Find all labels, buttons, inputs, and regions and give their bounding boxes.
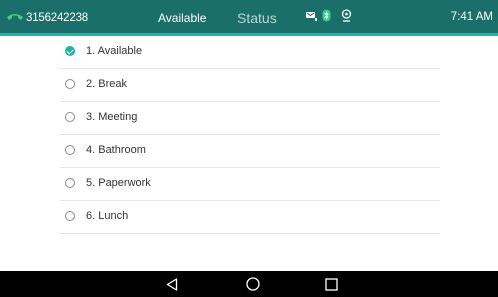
status-option-meeting[interactable]: 3. Meeting xyxy=(60,102,440,135)
status-bar: 3156242238 Available Status 7:41 AM xyxy=(0,0,498,36)
back-triangle-icon xyxy=(166,277,178,291)
back-button[interactable] xyxy=(152,271,192,297)
bluetooth-icon xyxy=(322,9,331,22)
radio-unchecked-icon[interactable] xyxy=(65,211,75,221)
status-option-label: 2. Break xyxy=(86,78,127,90)
status-option-label: 3. Meeting xyxy=(86,111,138,123)
status-option-label: 4. Bathroom xyxy=(86,144,146,156)
status-option-label: 1. Available xyxy=(86,45,143,57)
status-option-label: 5. Paperwork xyxy=(86,177,151,189)
radio-checked-icon[interactable] xyxy=(65,46,75,56)
radio-unchecked-icon[interactable] xyxy=(65,145,75,155)
navigation-bar xyxy=(0,271,498,297)
status-option-paperwork[interactable]: 5. Paperwork xyxy=(60,168,440,201)
line-number: 3156242238 xyxy=(26,12,88,24)
status-option-label: 6. Lunch xyxy=(86,210,129,222)
radio-unchecked-icon[interactable] xyxy=(65,79,75,89)
status-option-bathroom[interactable]: 4. Bathroom xyxy=(60,135,440,168)
radio-unchecked-icon[interactable] xyxy=(65,112,75,122)
availability-status: Available xyxy=(158,11,207,25)
home-button[interactable] xyxy=(233,271,273,297)
recents-button[interactable] xyxy=(311,271,351,297)
status-option-available[interactable]: 1. Available xyxy=(60,36,440,69)
clock: 7:41 AM xyxy=(450,11,493,23)
page-title: Status xyxy=(237,10,277,26)
status-option-lunch[interactable]: 6. Lunch xyxy=(60,201,440,234)
location-icon xyxy=(341,9,352,22)
home-circle-icon xyxy=(246,277,260,291)
phone-handset-icon xyxy=(6,12,24,24)
recents-square-icon xyxy=(324,277,338,291)
radio-unchecked-icon[interactable] xyxy=(65,178,75,188)
voicemail-icon xyxy=(305,9,318,22)
status-options-list: 1. Available 2. Break 3. Meeting 4. Bath… xyxy=(60,36,440,234)
line-indicator[interactable]: 3156242238 xyxy=(6,11,88,25)
status-option-break[interactable]: 2. Break xyxy=(60,69,440,102)
